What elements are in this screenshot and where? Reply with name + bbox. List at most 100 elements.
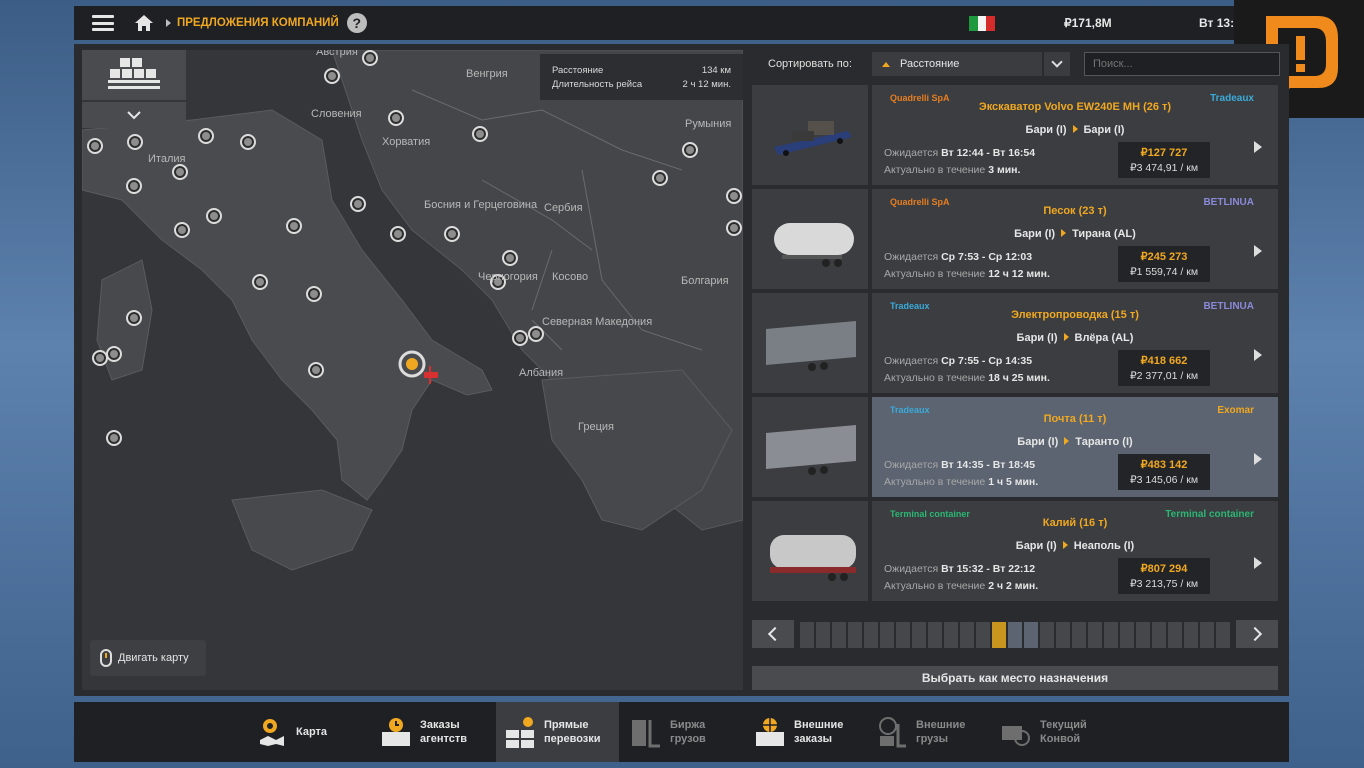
page-indicator[interactable] bbox=[880, 622, 894, 648]
page-indicator[interactable] bbox=[960, 622, 974, 648]
page-indicator[interactable] bbox=[1024, 622, 1038, 648]
city-marker[interactable] bbox=[726, 188, 742, 204]
search-input[interactable] bbox=[1084, 52, 1280, 76]
page-indicator[interactable] bbox=[864, 622, 878, 648]
page-indicator[interactable] bbox=[1152, 622, 1166, 648]
city-marker[interactable] bbox=[308, 362, 324, 378]
offer-details: Terminal container Terminal container Ка… bbox=[872, 501, 1278, 601]
page-indicator[interactable] bbox=[1040, 622, 1054, 648]
tab-label-line2: Конвой bbox=[1040, 733, 1081, 745]
next-page-button[interactable] bbox=[1236, 620, 1278, 648]
page-indicator[interactable] bbox=[832, 622, 846, 648]
tab-label: Текущий Конвой bbox=[1040, 718, 1087, 746]
page-indicator[interactable] bbox=[1056, 622, 1070, 648]
map-label-croatia: Хорватия bbox=[382, 136, 431, 148]
city-marker[interactable] bbox=[172, 164, 188, 180]
page-indicator[interactable] bbox=[1104, 622, 1118, 648]
price: ₽127 727 bbox=[1140, 147, 1188, 159]
tab-label: Заказы агентств bbox=[420, 718, 467, 746]
map-view[interactable]: Австрия Венгрия Румыния Словения Хорвати… bbox=[82, 50, 743, 690]
map-label-austria: Австрия bbox=[316, 50, 358, 58]
city-marker[interactable] bbox=[306, 286, 322, 302]
tab-map[interactable]: Карта bbox=[256, 702, 327, 762]
page-indicator[interactable] bbox=[1184, 622, 1198, 648]
page-indicator[interactable] bbox=[1200, 622, 1214, 648]
offer-row[interactable]: Terminal container Terminal container Ка… bbox=[752, 501, 1278, 601]
play-icon bbox=[1254, 349, 1262, 361]
city-marker[interactable] bbox=[174, 222, 190, 238]
sort-ascending-icon bbox=[882, 61, 890, 67]
prev-page-button[interactable] bbox=[752, 620, 794, 648]
page-indicator-current[interactable] bbox=[992, 622, 1006, 648]
cargo-filter-expand[interactable] bbox=[82, 102, 186, 128]
home-icon[interactable] bbox=[134, 13, 154, 33]
city-marker[interactable] bbox=[388, 110, 404, 126]
route-to: Неаполь (I) bbox=[1073, 540, 1135, 552]
menu-icon[interactable] bbox=[92, 15, 114, 31]
offer-row[interactable]: Quadrelli SpA Tradeaux Экскаватор Volvo … bbox=[752, 85, 1278, 185]
city-marker[interactable] bbox=[92, 350, 108, 366]
actual-value: 12 ч 12 мин. bbox=[988, 268, 1050, 280]
offer-row[interactable]: Quadrelli SpA BETLINUA Песок (23 т) Бари… bbox=[752, 189, 1278, 289]
page-indicator[interactable] bbox=[912, 622, 926, 648]
route: Бари (I) Таранто (I) bbox=[872, 436, 1278, 448]
page-indicator[interactable] bbox=[816, 622, 830, 648]
page-indicator[interactable] bbox=[1136, 622, 1150, 648]
city-marker[interactable] bbox=[324, 68, 340, 84]
city-marker[interactable] bbox=[444, 226, 460, 242]
city-marker[interactable] bbox=[286, 218, 302, 234]
page-indicator[interactable] bbox=[928, 622, 942, 648]
city-marker[interactable] bbox=[127, 134, 143, 150]
page-indicator[interactable] bbox=[848, 622, 862, 648]
page-indicator[interactable] bbox=[800, 622, 814, 648]
globe-crates-icon bbox=[756, 718, 784, 746]
page-indicator[interactable] bbox=[1216, 622, 1230, 648]
tab-direct-freight[interactable]: Прямые перевозки bbox=[496, 702, 619, 762]
help-button[interactable]: ? bbox=[346, 13, 367, 33]
page-indicator[interactable] bbox=[944, 622, 958, 648]
cargo-filter-button[interactable] bbox=[82, 50, 186, 100]
page-indicator[interactable] bbox=[976, 622, 990, 648]
offer-row-selected[interactable]: Tradeaux Exomar Почта (11 т) Бари (I) Тар… bbox=[752, 397, 1278, 497]
page-indicator[interactable] bbox=[1168, 622, 1182, 648]
tab-agency-orders[interactable]: Заказы агентств bbox=[380, 702, 467, 762]
city-marker[interactable] bbox=[502, 250, 518, 266]
offer-row[interactable]: Tradeaux BETLINUA Электропроводка (15 т)… bbox=[752, 293, 1278, 393]
city-marker[interactable] bbox=[652, 170, 668, 186]
city-marker[interactable] bbox=[87, 138, 103, 154]
arrow-icon bbox=[1064, 437, 1070, 445]
city-marker[interactable] bbox=[350, 196, 366, 212]
city-marker[interactable] bbox=[512, 330, 528, 346]
city-marker[interactable] bbox=[198, 128, 214, 144]
page-indicator[interactable] bbox=[896, 622, 910, 648]
tab-external-contracts[interactable]: Внешние заказы bbox=[754, 702, 843, 762]
city-marker[interactable] bbox=[106, 430, 122, 446]
city-marker[interactable] bbox=[240, 134, 256, 150]
city-marker[interactable] bbox=[390, 226, 406, 242]
city-marker[interactable] bbox=[528, 326, 544, 342]
city-marker[interactable] bbox=[726, 220, 742, 236]
city-marker[interactable] bbox=[126, 178, 142, 194]
city-marker[interactable] bbox=[472, 126, 488, 142]
page-indicator[interactable] bbox=[1088, 622, 1102, 648]
page-indicator[interactable] bbox=[1008, 622, 1022, 648]
lowboy-trailer-image bbox=[774, 121, 852, 156]
choose-destination-button[interactable]: Выбрать как место назначения bbox=[752, 666, 1278, 690]
city-marker[interactable] bbox=[106, 346, 122, 362]
page-indicator[interactable] bbox=[1072, 622, 1086, 648]
page-indicator[interactable] bbox=[1120, 622, 1134, 648]
tab-label-line1: Прямые bbox=[544, 719, 589, 731]
price-box: ₽127 727 ₽3 474,91 / км bbox=[1118, 142, 1210, 178]
sort-dropdown-button[interactable] bbox=[1044, 52, 1070, 76]
city-marker[interactable] bbox=[206, 208, 222, 224]
city-marker[interactable] bbox=[682, 142, 698, 158]
city-marker[interactable] bbox=[362, 50, 378, 66]
sort-select[interactable]: Расстояние bbox=[872, 52, 1042, 76]
tab-current-convoy[interactable]: Текущий Конвой bbox=[1000, 702, 1087, 762]
city-marker[interactable] bbox=[252, 274, 268, 290]
actual-time: Актуально в течение 12 ч 12 мин. bbox=[884, 268, 1050, 280]
tab-freight-market[interactable]: Биржа грузов bbox=[630, 702, 706, 762]
tab-external-cargo[interactable]: Внешние грузы bbox=[876, 702, 965, 762]
expected-time: Ожидается Ср 7:53 - Ср 12:03 bbox=[884, 251, 1032, 263]
city-marker[interactable] bbox=[126, 310, 142, 326]
